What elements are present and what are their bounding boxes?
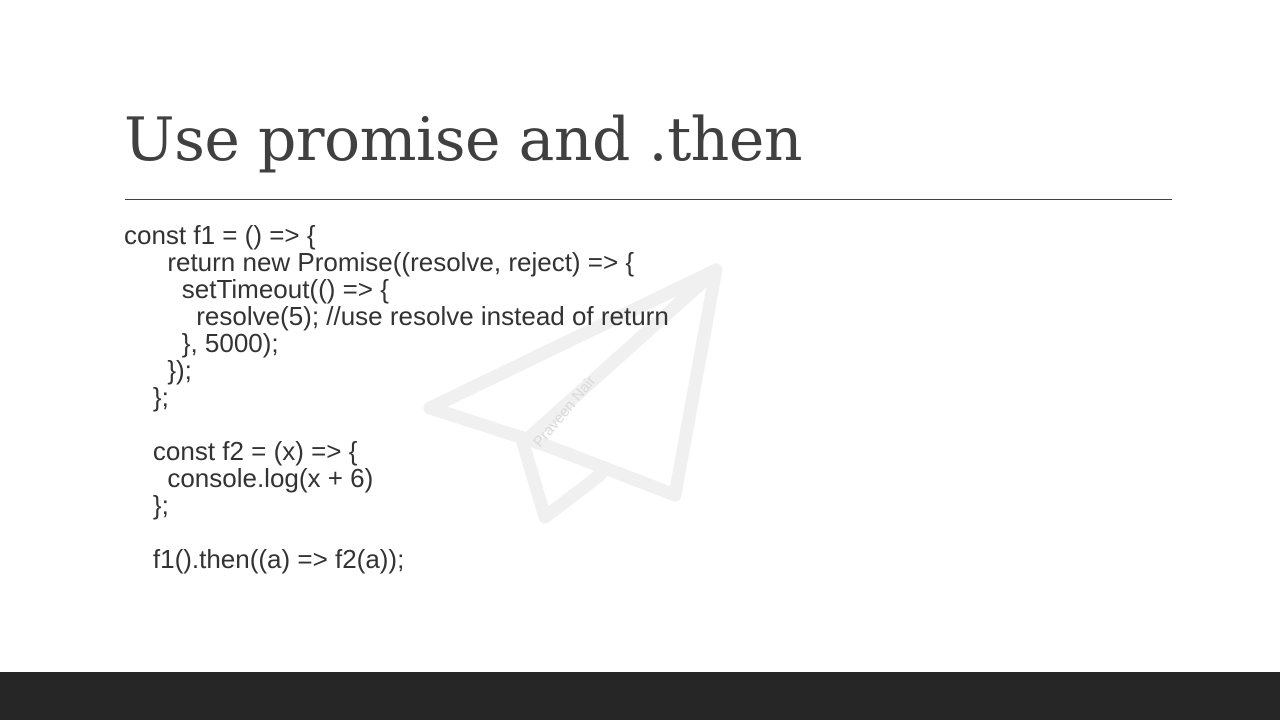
slide-title: Use promise and .then bbox=[124, 105, 802, 175]
code-line: const f1 = () => { bbox=[124, 220, 316, 250]
code-line: }; bbox=[124, 382, 169, 412]
code-line: }, 5000); bbox=[124, 328, 279, 358]
code-line: }; bbox=[124, 490, 169, 520]
code-line: }); bbox=[124, 355, 192, 385]
code-line: resolve(5); //use resolve instead of ret… bbox=[124, 301, 669, 331]
code-block: const f1 = () => { return new Promise((r… bbox=[124, 222, 669, 573]
footer-bar bbox=[0, 672, 1280, 720]
code-line: return new Promise((resolve, reject) => … bbox=[124, 247, 635, 277]
code-line: const f2 = (x) => { bbox=[124, 436, 358, 466]
title-divider bbox=[125, 199, 1172, 200]
code-line: f1().then((a) => f2(a)); bbox=[124, 544, 405, 574]
code-line: setTimeout(() => { bbox=[124, 274, 389, 304]
slide: Praveen Nair Use promise and .then const… bbox=[0, 0, 1280, 720]
code-line: console.log(x + 6) bbox=[124, 463, 374, 493]
